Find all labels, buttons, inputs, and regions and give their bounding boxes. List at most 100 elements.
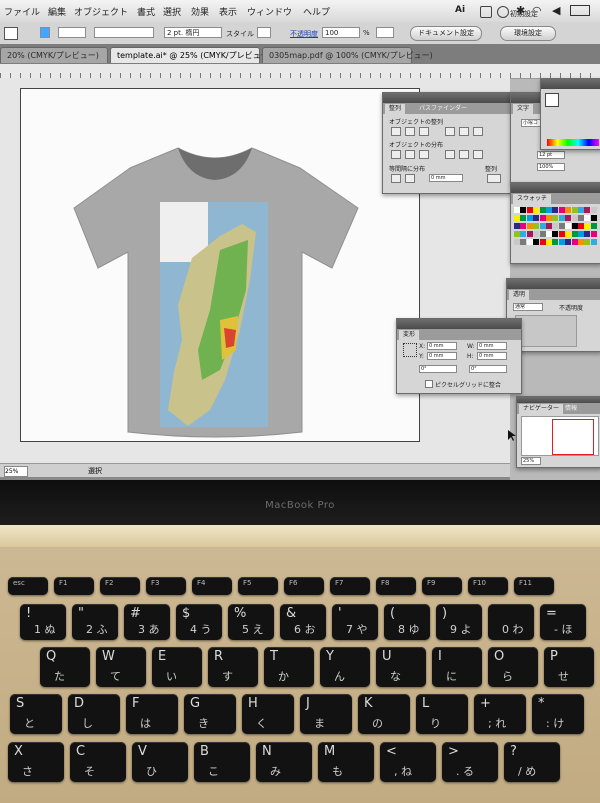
keyboard-key[interactable]: esc — [8, 577, 48, 595]
ai-status-icon[interactable]: Ai — [455, 5, 465, 15]
swatch[interactable] — [565, 207, 572, 213]
swatch[interactable] — [520, 207, 527, 213]
shear-angle-field[interactable]: 0° — [469, 365, 507, 373]
swatch[interactable] — [520, 223, 527, 229]
battery-icon[interactable] — [570, 5, 590, 16]
swatch[interactable] — [558, 231, 565, 237]
keyboard-key[interactable]: F9 — [422, 577, 462, 595]
swatch[interactable] — [539, 223, 546, 229]
keyboard-key[interactable]: Tか — [264, 647, 314, 687]
keyboard-key[interactable]: Eい — [152, 647, 202, 687]
swatch[interactable] — [546, 223, 552, 229]
swatch[interactable] — [565, 223, 572, 229]
keyboard-key[interactable]: Nみ — [256, 742, 312, 782]
document-settings-button[interactable]: ドキュメント設定 — [410, 26, 482, 41]
tab-align[interactable]: 整列 — [385, 104, 406, 114]
swatch[interactable] — [571, 231, 578, 237]
keyboard-key[interactable]: Vひ — [132, 742, 188, 782]
reference-point-icon[interactable] — [403, 343, 417, 357]
preferences-button[interactable]: 環境設定 — [500, 26, 556, 41]
menu-effect[interactable]: 効果 — [191, 5, 209, 18]
swatch[interactable] — [533, 231, 540, 237]
swatch[interactable] — [584, 207, 591, 213]
swatch[interactable] — [539, 239, 546, 245]
spacing-value-field[interactable]: 0 mm — [429, 174, 463, 182]
swatch-grid[interactable] — [514, 207, 598, 249]
keyboard-key[interactable]: Jま — [300, 694, 352, 734]
swatch[interactable] — [565, 215, 572, 221]
keyboard-key[interactable]: Xさ — [8, 742, 64, 782]
menu-help[interactable]: ヘルプ — [303, 5, 330, 18]
swatch[interactable] — [546, 231, 552, 237]
menu-object[interactable]: オブジェクト — [74, 5, 128, 18]
swatch[interactable] — [526, 215, 533, 221]
swatch[interactable] — [571, 215, 578, 221]
keyboard-key[interactable]: ' 7 や — [332, 604, 378, 640]
swatch[interactable] — [546, 239, 552, 245]
keyboard-key[interactable]: > . る — [442, 742, 498, 782]
keyboard-key[interactable]: Kの — [358, 694, 410, 734]
swatch[interactable] — [533, 239, 540, 245]
keyboard-key[interactable]: #3 あ — [124, 604, 170, 640]
align-panel-titlebar[interactable] — [383, 93, 511, 103]
swatch[interactable] — [558, 239, 565, 245]
swatch[interactable] — [552, 231, 559, 237]
volume-icon[interactable]: ◀ — [552, 4, 560, 17]
tab-navigator[interactable]: ナビゲーター — [519, 404, 564, 414]
font-size-field[interactable]: 12 pt — [537, 151, 565, 159]
swatch[interactable] — [590, 207, 597, 213]
color-panel-titlebar[interactable] — [541, 79, 600, 89]
swatch[interactable] — [584, 215, 591, 221]
horizontal-scale-field[interactable]: 100% — [537, 163, 565, 171]
menu-type[interactable]: 書式 — [137, 5, 155, 18]
keyboard-key[interactable]: % 5 え — [228, 604, 274, 640]
keyboard-key[interactable]: = - ほ — [540, 604, 586, 640]
keyboard-key[interactable]: ) 9 よ — [436, 604, 482, 640]
keyboard-key[interactable]: ! 1 ぬ — [20, 604, 66, 640]
swatch[interactable] — [578, 223, 584, 229]
navigator-preview[interactable] — [521, 416, 599, 456]
navigator-zoom-field[interactable]: 25% — [521, 457, 541, 465]
swatch[interactable] — [520, 215, 527, 221]
keyboard-key[interactable]: F4 — [192, 577, 232, 595]
tab-template-ai[interactable]: template.ai* @ 25% (CMYK/プレビュー) — [110, 47, 272, 63]
distribute-bottom-icon[interactable] — [419, 150, 429, 159]
spacing-vertical-icon[interactable] — [391, 174, 401, 183]
distribute-center-h-icon[interactable] — [459, 150, 469, 159]
keyboard-key[interactable]: *: け — [532, 694, 584, 734]
swatch[interactable] — [526, 231, 533, 237]
swatch[interactable] — [533, 207, 540, 213]
swatch[interactable] — [520, 231, 527, 237]
swatch[interactable] — [584, 239, 591, 245]
tab-info[interactable]: 情報 — [561, 404, 581, 414]
keyboard-key[interactable]: F5 — [238, 577, 278, 595]
keyboard-key[interactable]: Mも — [318, 742, 374, 782]
swatch[interactable] — [571, 239, 578, 245]
swatch[interactable] — [552, 223, 559, 229]
swatch[interactable] — [558, 215, 565, 221]
color-spectrum-bar[interactable] — [547, 139, 599, 146]
align-bottom-icon[interactable] — [473, 127, 483, 136]
stroke-weight-field[interactable] — [58, 27, 86, 38]
menu-view[interactable]: 表示 — [219, 5, 237, 18]
swatch[interactable] — [514, 207, 520, 213]
keyboard-key[interactable]: Oら — [488, 647, 538, 687]
navigator-view-box[interactable] — [552, 419, 594, 455]
fill-color-swatch[interactable] — [4, 27, 18, 40]
x-position-field[interactable]: 0 mm — [427, 342, 457, 350]
swatch[interactable] — [552, 207, 559, 213]
transparency-panel-titlebar[interactable] — [507, 279, 600, 289]
workspace-switcher[interactable]: 初期設定 — [510, 9, 538, 19]
keyboard-key[interactable]: 0 わ — [488, 604, 534, 640]
zoom-field[interactable]: 25% — [4, 466, 28, 477]
pixel-grid-checkbox[interactable] — [425, 380, 433, 388]
keyboard-key[interactable]: < , ね — [380, 742, 436, 782]
swatch[interactable] — [526, 207, 533, 213]
spacing-horizontal-icon[interactable] — [405, 174, 415, 183]
tab-character[interactable]: 文字 — [513, 104, 534, 114]
align-top-icon[interactable] — [445, 127, 455, 136]
keyboard-key[interactable]: F3 — [146, 577, 186, 595]
swatch[interactable] — [578, 207, 584, 213]
keyboard-key[interactable]: Cそ — [70, 742, 126, 782]
keyboard-key[interactable]: Lり — [416, 694, 468, 734]
